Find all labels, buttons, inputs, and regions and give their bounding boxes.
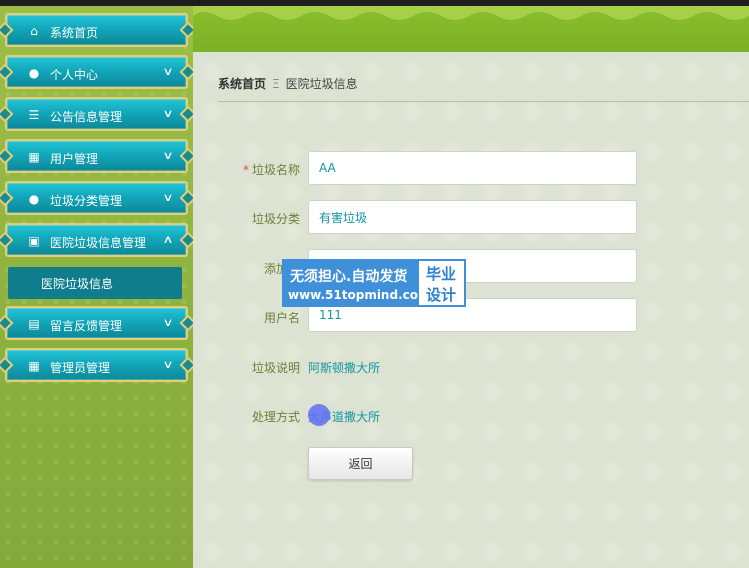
breadcrumb-home[interactable]: 系统首页 <box>218 77 266 91</box>
ornament-left <box>0 21 14 39</box>
sidebar-item-label: 留言反馈管理 <box>50 319 123 333</box>
name-field[interactable]: AA <box>308 151 637 185</box>
ornament-left <box>0 63 14 81</box>
grid-icon: ▦ <box>28 359 40 373</box>
list-icon: ☰ <box>28 108 40 122</box>
header-wave-decoration <box>193 6 749 20</box>
watermark-line1: 无须担心.自动发货 <box>290 269 408 285</box>
chevron-down-icon: ∨ <box>162 191 174 204</box>
required-mark: * <box>242 163 249 177</box>
method-label: 处理方式 <box>251 410 300 424</box>
submenu-item-hospital-waste-info[interactable]: 医院垃圾信息 <box>8 267 182 299</box>
sidebar-item-label: 用户管理 <box>50 152 99 166</box>
ornament-left <box>0 356 14 374</box>
back-button[interactable]: 返回 <box>308 447 413 480</box>
sidebar-item-label: 医院垃圾信息管理 <box>50 236 147 250</box>
sidebar-item-users[interactable]: ▦ 用户管理 ∨ <box>0 139 197 173</box>
chevron-down-icon: ∨ <box>162 107 174 120</box>
chevron-down-icon: ∨ <box>162 358 174 371</box>
sidebar-item-label: 垃圾分类管理 <box>50 194 123 208</box>
name-label: * 垃圾名称 <box>242 163 300 177</box>
ornament-left <box>0 105 14 123</box>
ornament-left <box>0 147 14 165</box>
clipboard-icon: ▣ <box>28 234 40 248</box>
cursor-indicator <box>308 404 330 426</box>
watermark-right1: 毕业 <box>426 265 457 283</box>
chevron-down-icon: ∨ <box>162 65 174 78</box>
breadcrumb: 系统首页 Ξ 医院垃圾信息 <box>218 75 358 92</box>
category-field[interactable]: 有害垃圾 <box>308 200 637 234</box>
sidebar-item-notices[interactable]: ☰ 公告信息管理 ∨ <box>0 97 197 131</box>
watermark-right2: 设计 <box>426 286 457 304</box>
category-label: 垃圾分类 <box>251 212 300 226</box>
chevron-down-icon: ∨ <box>162 149 174 162</box>
watermark-left-panel: 无须担心.自动发货 www.51topmind.com <box>284 261 431 305</box>
grid-icon: ▦ <box>28 150 40 164</box>
ornament-left <box>0 314 14 332</box>
breadcrumb-divider <box>218 101 749 102</box>
username-label: 用户名 <box>263 311 300 325</box>
watermark-line2: www.51topmind.com <box>288 288 431 302</box>
home-icon: ⌂ <box>30 24 38 38</box>
ornament-left <box>0 231 14 249</box>
sidebar-item-feedback[interactable]: ▤ 留言反馈管理 ∨ <box>0 306 197 340</box>
chart-icon: ▤ <box>28 317 40 331</box>
description-label: 垃圾说明 <box>251 361 300 375</box>
sidebar-item-label: 系统首页 <box>50 26 99 40</box>
breadcrumb-current: 医院垃圾信息 <box>285 77 358 91</box>
chevron-down-icon: ∨ <box>162 316 174 329</box>
sidebar-item-admins[interactable]: ▦ 管理员管理 ∨ <box>0 348 197 382</box>
description-value: 阿斯顿撒大所 <box>308 361 381 375</box>
sidebar-item-label: 个人中心 <box>50 68 99 82</box>
breadcrumb-separator-icon: Ξ <box>272 77 280 91</box>
sidebar-item-label: 管理员管理 <box>50 361 111 375</box>
sidebar-item-personal-center[interactable]: ● 个人中心 ∨ <box>0 55 197 89</box>
chevron-up-icon: ∧ <box>162 233 174 246</box>
ornament-left <box>0 189 14 207</box>
watermark-banner: 无须担心.自动发货 www.51topmind.com 毕业 设计 <box>282 259 466 307</box>
sidebar-item-label: 公告信息管理 <box>50 110 123 124</box>
bulb-icon: ● <box>28 192 40 206</box>
sidebar-item-home[interactable]: ⌂ 系统首页 <box>0 13 197 47</box>
user-icon: ● <box>28 66 40 80</box>
sidebar-item-waste-categories[interactable]: ● 垃圾分类管理 ∨ <box>0 181 197 215</box>
sidebar-item-hospital-waste[interactable]: ▣ 医院垃圾信息管理 ∧ <box>0 223 197 257</box>
